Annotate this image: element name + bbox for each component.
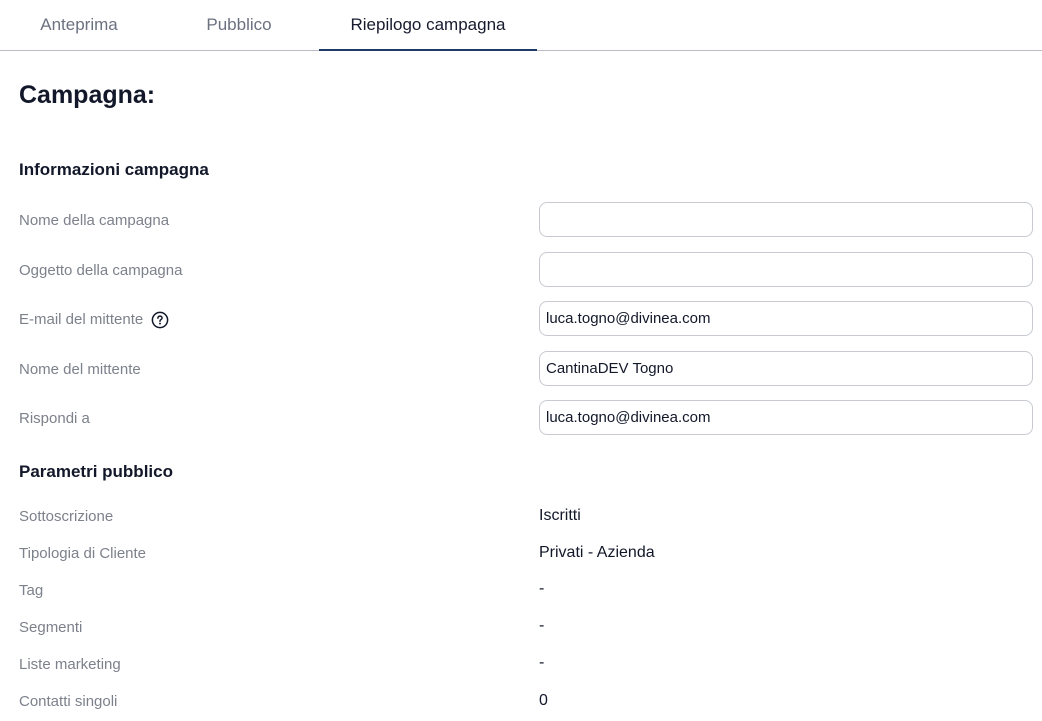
segments-label: Segmenti <box>19 619 83 636</box>
subscription-value: Iscritti <box>539 507 581 524</box>
sender-name-label: Nome del mittente <box>19 360 141 380</box>
sender-name-label-text: Nome del mittente <box>19 361 141 378</box>
audience-params-section-title: Parametri pubblico <box>19 462 173 481</box>
campaign-name-label-text: Nome della campagna <box>19 212 170 229</box>
page-title: Campagna: <box>19 81 156 109</box>
question-circle-icon[interactable] <box>151 311 169 329</box>
sender-name-input[interactable] <box>539 351 1033 386</box>
customer-type-label: Tipologia di Cliente <box>19 545 147 562</box>
subscription-label: Sottoscrizione <box>19 508 114 525</box>
marketing-lists-value: - <box>539 654 545 671</box>
reply-to-label-text: Rispondi a <box>19 410 90 427</box>
tab-bar: Anteprima Pubblico Riepilogo campagna <box>0 0 1042 51</box>
segments-value: - <box>539 617 545 634</box>
campaign-subject-label-text: Oggetto della campagna <box>19 262 183 279</box>
campaign-name-label: Nome della campagna <box>19 211 169 231</box>
single-contacts-label: Contatti singoli <box>19 693 118 710</box>
reply-to-label: Rispondi a <box>19 409 90 429</box>
single-contacts-value: 0 <box>539 692 548 709</box>
campaign-subject-label: Oggetto della campagna <box>19 261 182 281</box>
campaign-subject-input[interactable] <box>539 252 1033 287</box>
sender-email-input[interactable] <box>539 301 1033 336</box>
tag-value: - <box>539 580 545 597</box>
customer-type-value: Privati - Azienda <box>539 544 655 561</box>
tab-riepilogo-campagna[interactable]: Riepilogo campagna <box>319 0 537 51</box>
marketing-lists-label: Liste marketing <box>19 656 121 673</box>
sender-email-label: E-mail del mittente <box>19 310 169 330</box>
campaign-name-input[interactable] <box>539 202 1033 237</box>
campaign-info-section-title: Informazioni campagna <box>19 160 209 179</box>
tab-anteprima[interactable]: Anteprima <box>20 0 138 50</box>
tab-pubblico[interactable]: Pubblico <box>178 0 300 50</box>
reply-to-input[interactable] <box>539 400 1033 435</box>
tag-label: Tag <box>19 582 44 599</box>
sender-email-label-text: E-mail del mittente <box>19 311 144 328</box>
